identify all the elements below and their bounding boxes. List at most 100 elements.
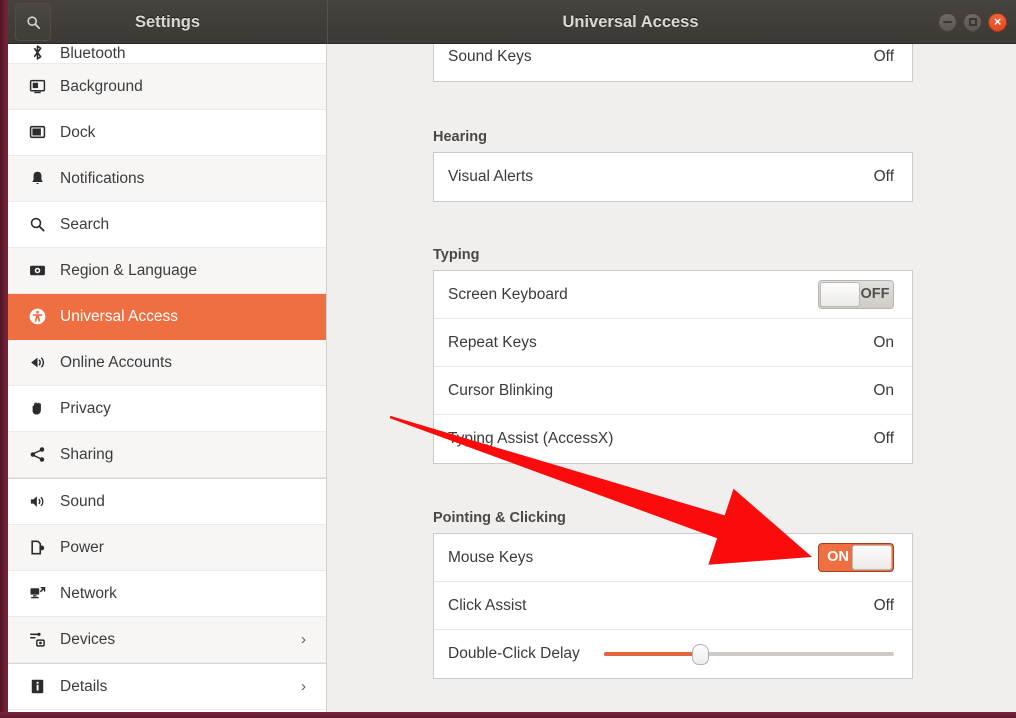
search-icon bbox=[30, 217, 45, 232]
row-label: Mouse Keys bbox=[448, 548, 534, 566]
region-language-icon bbox=[29, 265, 45, 276]
sidebar-item-label: Bluetooth bbox=[60, 45, 126, 62]
main-panel: Sound Keys Off Hearing Visual Alerts Off Typi… bbox=[328, 44, 1016, 718]
settings-row[interactable]: Repeat Keys On bbox=[434, 319, 912, 367]
maximize-icon bbox=[968, 18, 977, 26]
toggle-state-label: OFF bbox=[860, 286, 890, 302]
row-label: Double-Click Delay bbox=[448, 645, 580, 662]
sidebar-item-label: Region & Language bbox=[60, 261, 198, 279]
sidebar-item-label: Power bbox=[60, 538, 104, 556]
sidebar-item-label: Sharing bbox=[60, 445, 114, 463]
toggle-switch-off[interactable]: OFF bbox=[818, 280, 894, 309]
sidebar-item-label: Search bbox=[60, 215, 110, 233]
section-title: Hearing bbox=[433, 129, 487, 145]
toggle-state-label: ON bbox=[827, 549, 849, 565]
minimize-button[interactable] bbox=[938, 12, 957, 32]
row-value: Off bbox=[873, 48, 894, 65]
sidebar-item-sound[interactable]: Sound bbox=[8, 479, 326, 525]
settings-row[interactable]: Cursor Blinking On bbox=[434, 367, 912, 415]
bluetooth-icon bbox=[26, 44, 48, 63]
speaker-icon bbox=[30, 496, 43, 507]
settings-row[interactable]: Visual Alerts Off bbox=[434, 153, 912, 201]
window-frame-left bbox=[0, 0, 8, 718]
row-value: On bbox=[873, 333, 894, 351]
sidebar-item-network[interactable]: Network bbox=[8, 571, 326, 617]
sidebar-item-label: Dock bbox=[60, 123, 96, 141]
sidebar-item-devices[interactable]: Devices › bbox=[8, 617, 326, 663]
window-frame-bottom bbox=[0, 712, 1016, 718]
privacy-hand-icon bbox=[32, 402, 41, 415]
power-icon bbox=[26, 537, 48, 559]
sidebar-item-label: Devices bbox=[60, 630, 116, 648]
sidebar-item-online-accounts[interactable]: Online Accounts bbox=[8, 340, 326, 386]
settings-row[interactable]: Screen Keyboard OFF bbox=[434, 271, 912, 319]
section-group-pointing-clicking: Mouse Keys ON Click Assist Off Double-Click … bbox=[433, 533, 913, 679]
devices-icon bbox=[26, 629, 48, 651]
sidebar-item-dock[interactable]: Dock bbox=[8, 110, 326, 156]
toggle-knob bbox=[852, 545, 892, 570]
sidebar-item-label: Privacy bbox=[60, 399, 111, 417]
settings-title: Settings bbox=[134, 13, 201, 31]
settings-row[interactable]: Typing Assist (AccessX) Off bbox=[434, 415, 912, 463]
row-label: Repeat Keys bbox=[448, 333, 537, 351]
double-click-delay-slider[interactable] bbox=[603, 643, 894, 665]
sidebar-item-sharing[interactable]: Sharing bbox=[8, 432, 326, 478]
sidebar-item-power[interactable]: Power bbox=[8, 525, 326, 571]
bluetooth-icon bbox=[33, 44, 41, 60]
devices-icon bbox=[29, 632, 45, 647]
window-controls: × bbox=[938, 0, 1007, 44]
sidebar-item-privacy[interactable]: Privacy bbox=[8, 386, 326, 432]
page-title: Universal Access bbox=[562, 13, 699, 31]
region-language-icon bbox=[26, 260, 48, 282]
sidebar-item-label: Details bbox=[60, 677, 108, 695]
universal-access-icon bbox=[26, 306, 48, 328]
sound-keys-group: Sound Keys Off bbox=[433, 44, 913, 82]
row-label: Sound Keys bbox=[448, 48, 532, 65]
bell-icon bbox=[31, 171, 43, 184]
sidebar-item-background[interactable]: Background bbox=[8, 64, 326, 110]
row-label: Screen Keyboard bbox=[448, 285, 568, 303]
network-icon bbox=[26, 583, 48, 605]
sidebar-item-label: Network bbox=[60, 584, 117, 602]
close-button[interactable]: × bbox=[988, 12, 1007, 32]
settings-row[interactable]: Mouse Keys ON bbox=[434, 534, 912, 582]
row-value: Off bbox=[873, 596, 894, 614]
sidebar[interactable]: Bluetooth Background Dock Notifications Sear… bbox=[8, 44, 327, 712]
network-icon bbox=[29, 587, 45, 599]
row-label: Visual Alerts bbox=[448, 168, 534, 185]
settings-row[interactable]: Click Assist Off bbox=[434, 582, 912, 630]
titlebar: Settings Universal Access × bbox=[0, 0, 1016, 44]
bell-icon bbox=[26, 168, 48, 190]
sidebar-item-search[interactable]: Search bbox=[8, 202, 326, 248]
settings-row[interactable]: Double-Click Delay bbox=[434, 630, 912, 678]
online-accounts-icon bbox=[26, 352, 48, 374]
details-info-icon bbox=[26, 676, 48, 698]
sidebar-item-label: Background bbox=[60, 77, 143, 95]
sidebar-item-label: Universal Access bbox=[60, 307, 179, 325]
slider-thumb[interactable] bbox=[691, 644, 709, 665]
universal-access-icon bbox=[29, 308, 45, 325]
details-info-icon bbox=[31, 679, 43, 694]
sharing-icon bbox=[30, 447, 44, 462]
sidebar-item-label: Sound bbox=[60, 492, 105, 510]
dock-icon bbox=[26, 122, 48, 144]
sidebar-item-universal-access[interactable]: Universal Access bbox=[8, 294, 326, 340]
settings-row[interactable]: Sound Keys Off bbox=[434, 44, 912, 81]
settings-window: Settings Universal Access × Bluetooth Bac… bbox=[0, 0, 1016, 718]
maximize-button[interactable] bbox=[963, 12, 982, 32]
sidebar-item-label: Notifications bbox=[60, 169, 145, 187]
search-icon bbox=[26, 214, 48, 236]
speaker-icon bbox=[26, 491, 48, 513]
row-value: On bbox=[873, 381, 894, 399]
slider-fill bbox=[603, 652, 700, 656]
sidebar-item-bluetooth[interactable]: Bluetooth bbox=[8, 44, 326, 64]
power-icon bbox=[30, 540, 44, 555]
section-group-hearing: Visual Alerts Off bbox=[433, 152, 913, 202]
sidebar-item-notifications[interactable]: Notifications bbox=[8, 156, 326, 202]
chevron-right-icon: › bbox=[301, 678, 306, 695]
sidebar-item-details[interactable]: Details › bbox=[8, 664, 326, 710]
toggle-switch-on[interactable]: ON bbox=[818, 543, 894, 572]
row-value: Off bbox=[873, 430, 894, 447]
background-icon bbox=[29, 79, 45, 94]
sidebar-item-region-language[interactable]: Region & Language bbox=[8, 248, 326, 294]
